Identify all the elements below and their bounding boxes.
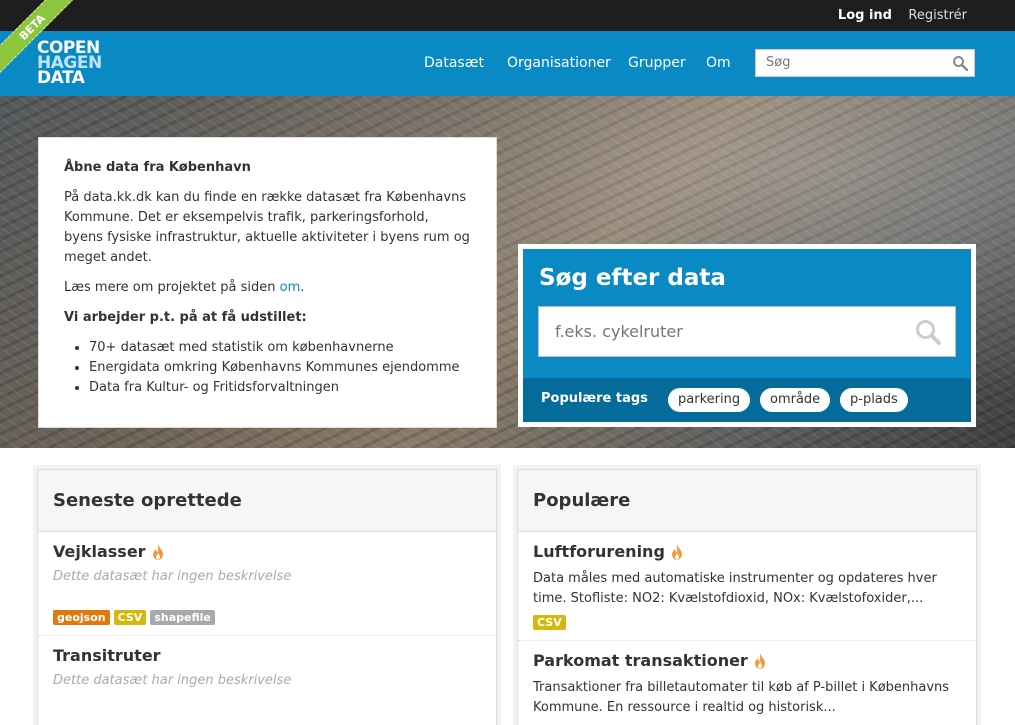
site-search-input[interactable] (766, 50, 946, 74)
tag-p-plads[interactable]: p-plads (840, 388, 908, 412)
data-search-input[interactable] (555, 307, 895, 356)
recent-column: Seneste oprettede Vejklasser Dette datas… (33, 465, 501, 725)
search-icon[interactable] (952, 55, 968, 71)
dataset-title-text[interactable]: Parkomat transaktioner (533, 651, 748, 670)
list-item: Parkomat transaktioner Transaktioner fra… (518, 641, 976, 725)
intro-paragraph: På data.kk.dk kan du finde en række data… (64, 190, 470, 265)
flame-icon (671, 543, 682, 560)
nav-about[interactable]: Om (706, 55, 731, 71)
register-link[interactable]: Registrér (908, 8, 967, 23)
list-item: Luftforurening Data måles med automatisk… (518, 532, 976, 641)
logo-line-3: DATA (37, 68, 85, 88)
list-item: Data fra Kultur- og Fritidsforvaltningen (89, 378, 471, 398)
dataset-description: Transaktioner fra billetautomater til kø… (533, 680, 950, 715)
dataset-title-text[interactable]: Vejklasser (53, 542, 146, 561)
format-badges: geojson CSV shapefile (53, 610, 481, 625)
nav-datasets[interactable]: Datasæt (424, 55, 484, 71)
dataset-title-text[interactable]: Luftforurening (533, 542, 665, 561)
list-item: Energidata omkring Københavns Kommunes e… (89, 358, 471, 378)
masthead: COPEN HAGEN DATA Datasæt Organisationer … (0, 31, 1015, 96)
nav-groups[interactable]: Grupper (628, 55, 686, 71)
popular-module: Populære Luftforurening Data måles med a… (517, 469, 977, 725)
intro-read-more: Læs mere om projektet på siden om. (64, 278, 471, 298)
read-more-end: . (300, 280, 305, 295)
list-item: 70+ datasæt med statistik om københavner… (89, 338, 471, 358)
intro-title: Åbne data fra København (64, 160, 251, 175)
flame-icon (754, 652, 765, 669)
list-item: Vejklasser Dette datasæt har ingen beskr… (38, 532, 496, 636)
intro-box: Åbne data fra København På data.kk.dk ka… (38, 137, 497, 428)
format-badge-csv[interactable]: CSV (533, 615, 566, 630)
list-item: Transitruter Dette datasæt har ingen bes… (38, 636, 496, 698)
format-badge-shapefile[interactable]: shapefile (150, 610, 215, 625)
format-badge-csv[interactable]: CSV (113, 610, 147, 625)
site-search (755, 49, 975, 77)
search-panel-title: Søg efter data (539, 265, 726, 291)
recent-module: Seneste oprettede Vejklasser Dette datas… (37, 469, 497, 725)
about-link[interactable]: om (280, 280, 301, 295)
popular-tags: Populære tags parkering område p-plads (523, 378, 971, 422)
working-heading: Vi arbejder p.t. på at få udstillet: (64, 310, 307, 325)
data-search-panel: Søg efter data Populære tags parkering o… (518, 244, 976, 427)
tag-parkering[interactable]: parkering (668, 388, 751, 412)
dataset-description: Data måles med automatiske instrumenter … (533, 571, 937, 606)
account-bar: Log ind Registrér (0, 0, 1015, 31)
flame-icon (152, 543, 163, 560)
login-link[interactable]: Log ind (838, 8, 892, 23)
format-badge-geojson[interactable]: geojson (53, 610, 110, 625)
popular-heading: Populære (518, 470, 976, 532)
popular-column: Populære Luftforurening Data måles med a… (513, 465, 981, 725)
data-search (538, 306, 956, 357)
recent-heading: Seneste oprettede (38, 470, 496, 532)
dataset-title[interactable]: Luftforurening (533, 542, 961, 561)
nav-organizations[interactable]: Organisationer (507, 55, 611, 71)
search-icon[interactable] (915, 319, 941, 345)
dataset-title[interactable]: Parkomat transaktioner (533, 651, 961, 670)
format-badges: CSV (533, 615, 961, 630)
dataset-description: Dette datasæt har ingen beskrivelse (53, 569, 292, 584)
popular-tags-label: Populære tags (541, 391, 648, 406)
tag-omraade[interactable]: område (760, 388, 831, 412)
dataset-title[interactable]: Transitruter (53, 646, 481, 665)
upcoming-list: 70+ datasæt med statistik om københavner… (89, 338, 471, 398)
read-more-text: Læs mere om projektet på siden (64, 280, 280, 295)
dataset-title[interactable]: Vejklasser (53, 542, 481, 561)
site-logo[interactable]: COPEN HAGEN DATA (37, 40, 102, 88)
dataset-description: Dette datasæt har ingen beskrivelse (53, 673, 292, 688)
